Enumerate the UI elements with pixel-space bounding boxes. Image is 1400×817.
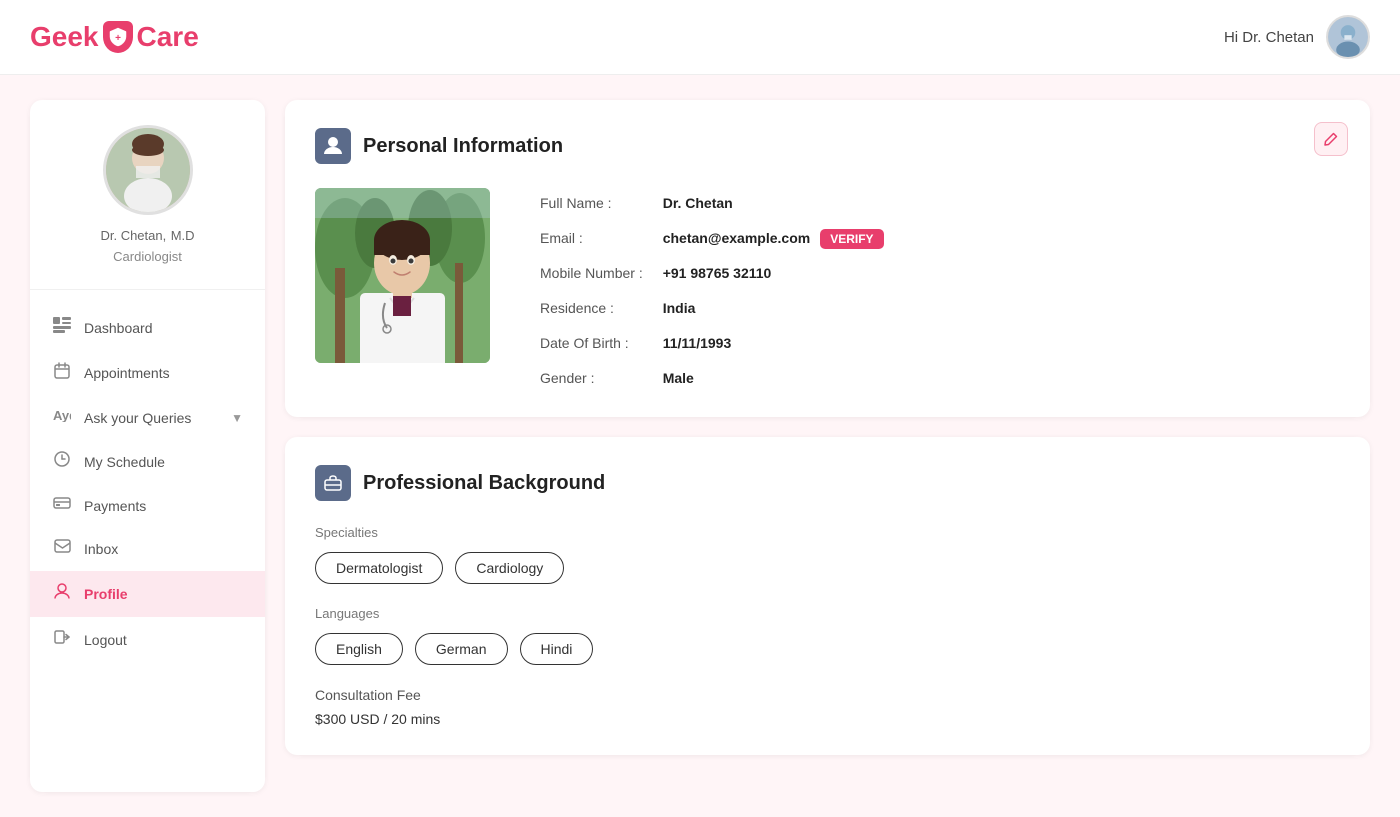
edit-personal-info-button[interactable] (1314, 122, 1348, 156)
gender-label: Gender : (540, 368, 663, 389)
profile-icon (52, 583, 72, 605)
personal-info-header: Personal Information (315, 128, 1340, 164)
sidebar-item-dashboard-label: Dashboard (84, 320, 153, 336)
logo-text-start: Geek (30, 21, 99, 53)
gender-value: Male (663, 368, 884, 389)
language-tag-2: Hindi (520, 633, 594, 665)
sidebar-item-payments-label: Payments (84, 498, 146, 514)
info-grid: Full Name : Dr. Chetan Email : chetan@ex… (540, 193, 884, 389)
sidebar-item-queries-label: Ask your Queries (84, 410, 191, 426)
sidebar-item-dashboard[interactable]: Dashboard (30, 305, 265, 350)
consultation-fee-section: Consultation Fee $300 USD / 20 mins (315, 687, 1340, 727)
sidebar-item-profile[interactable]: Profile (30, 571, 265, 617)
sidebar-avatar (103, 125, 193, 215)
languages-label: Languages (315, 606, 1340, 621)
email-value: chetan@example.com VERIFY (663, 228, 884, 249)
chevron-down-icon: ▼ (231, 411, 243, 425)
specialties-label: Specialties (315, 525, 1340, 540)
mobile-value: +91 98765 32110 (663, 263, 884, 284)
sidebar-item-schedule[interactable]: My Schedule (30, 439, 265, 484)
consultation-fee-label: Consultation Fee (315, 687, 1340, 703)
personal-info-content: Full Name : Dr. Chetan Email : chetan@ex… (315, 188, 1340, 389)
sidebar-item-inbox-label: Inbox (84, 541, 118, 557)
schedule-icon (52, 451, 72, 472)
logo-text-end: Care (137, 21, 199, 53)
dob-value: 11/11/1993 (663, 333, 884, 354)
svg-text:+: + (115, 33, 121, 44)
languages-section: Languages English German Hindi (315, 606, 1340, 665)
sidebar-item-schedule-label: My Schedule (84, 454, 165, 470)
verify-button[interactable]: VERIFY (820, 229, 883, 249)
svg-text:Ayq: Ayq (53, 408, 71, 422)
main-layout: Dr. Chetan, M.D Cardiologist Dashboard A… (0, 75, 1400, 817)
dob-label: Date Of Birth : (540, 333, 663, 354)
inbox-icon (52, 539, 72, 559)
sidebar-specialty: Cardiologist (50, 249, 245, 264)
residence-value: India (663, 298, 884, 319)
personal-info-card: Personal Information (285, 100, 1370, 417)
sidebar-nav: Dashboard Appointments Ayq Ask your Quer… (30, 290, 265, 677)
sidebar-profile: Dr. Chetan, M.D Cardiologist (30, 125, 265, 290)
language-tag-0: English (315, 633, 403, 665)
specialties-section: Specialties Dermatologist Cardiology (315, 525, 1340, 584)
queries-icon: Ayq (52, 408, 72, 427)
sidebar: Dr. Chetan, M.D Cardiologist Dashboard A… (30, 100, 265, 792)
full-name-value: Dr. Chetan (663, 193, 884, 214)
logo: Geek + Care (30, 21, 199, 53)
briefcase-icon (315, 465, 351, 501)
residence-label: Residence : (540, 298, 663, 319)
payments-icon (52, 496, 72, 515)
sidebar-item-profile-label: Profile (84, 586, 128, 602)
logout-icon (52, 629, 72, 650)
mobile-label: Mobile Number : (540, 263, 663, 284)
sidebar-item-logout-label: Logout (84, 632, 127, 648)
appointments-icon (52, 362, 72, 384)
header: Geek + Care Hi Dr. Chetan (0, 0, 1400, 75)
dashboard-icon (52, 317, 72, 338)
full-name-label: Full Name : (540, 193, 663, 214)
specialties-tags: Dermatologist Cardiology (315, 552, 1340, 584)
header-right: Hi Dr. Chetan (1224, 15, 1370, 59)
professional-bg-title: Professional Background (363, 472, 605, 495)
person-icon (315, 128, 351, 164)
sidebar-item-appointments[interactable]: Appointments (30, 350, 265, 396)
logo-shield-icon: + (103, 21, 133, 53)
sidebar-item-logout[interactable]: Logout (30, 617, 265, 662)
personal-info-title: Personal Information (363, 135, 563, 158)
header-avatar (1326, 15, 1370, 59)
professional-bg-card: Professional Background Specialties Derm… (285, 437, 1370, 755)
sidebar-item-appointments-label: Appointments (84, 365, 170, 381)
sidebar-item-inbox[interactable]: Inbox (30, 527, 265, 571)
specialty-tag-0: Dermatologist (315, 552, 443, 584)
content-area: Personal Information (285, 100, 1370, 792)
email-label: Email : (540, 228, 663, 249)
languages-tags: English German Hindi (315, 633, 1340, 665)
specialty-tag-1: Cardiology (455, 552, 564, 584)
header-greeting: Hi Dr. Chetan (1224, 29, 1314, 46)
doctor-photo (315, 188, 490, 363)
sidebar-item-queries[interactable]: Ayq Ask your Queries ▼ (30, 396, 265, 439)
professional-bg-header: Professional Background (315, 465, 1340, 501)
sidebar-item-payments[interactable]: Payments (30, 484, 265, 527)
sidebar-doctor-name: Dr. Chetan, M.D (50, 227, 245, 245)
language-tag-1: German (415, 633, 508, 665)
consultation-fee-value: $300 USD / 20 mins (315, 711, 1340, 727)
